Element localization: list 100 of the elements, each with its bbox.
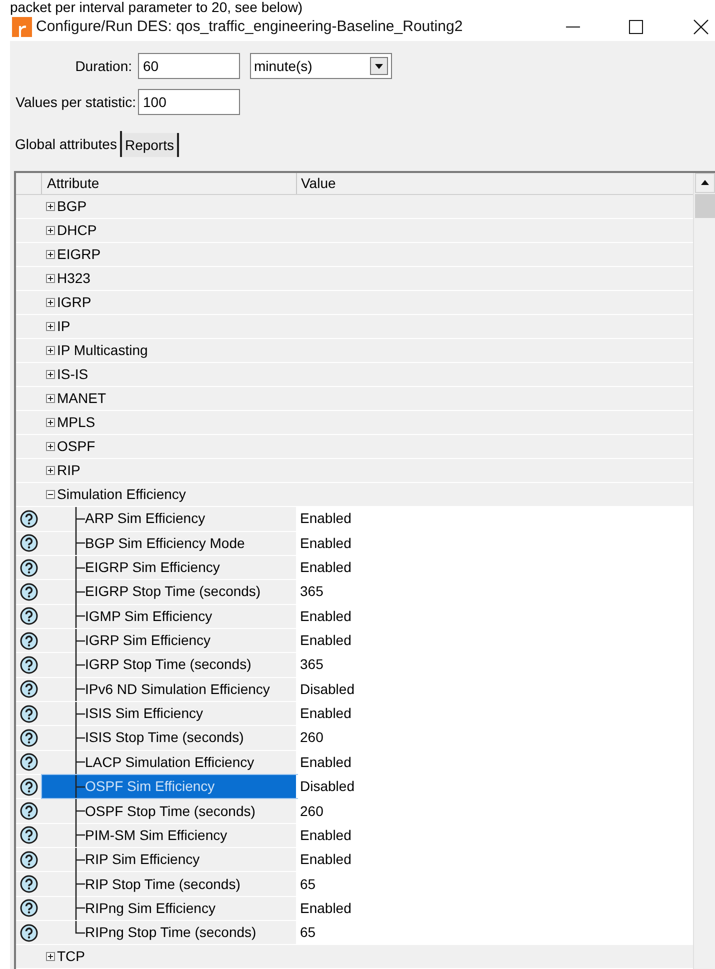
help-icon[interactable] bbox=[20, 632, 38, 650]
close-icon[interactable] bbox=[693, 19, 709, 35]
help-icon[interactable] bbox=[20, 924, 38, 942]
help-icon[interactable] bbox=[20, 826, 38, 844]
group-label: MANET bbox=[57, 389, 106, 408]
unit-select[interactable]: minute(s) bbox=[250, 53, 392, 79]
value-cell[interactable]: Enabled bbox=[297, 507, 693, 531]
group-label: MPLS bbox=[57, 413, 96, 432]
plus-box-icon[interactable] bbox=[46, 250, 55, 260]
help-icon[interactable] bbox=[20, 728, 38, 747]
tree-connector-icon bbox=[75, 848, 85, 872]
plus-box-icon[interactable] bbox=[46, 346, 55, 356]
group-row[interactable]: RIP bbox=[16, 459, 693, 484]
group-label: H323 bbox=[57, 269, 90, 288]
value-cell[interactable]: 365 bbox=[297, 653, 693, 677]
value-cell[interactable]: 65 bbox=[297, 872, 693, 896]
value-cell[interactable]: 260 bbox=[297, 799, 693, 823]
minus-box-icon[interactable] bbox=[46, 490, 55, 500]
scrollbar[interactable] bbox=[693, 173, 715, 969]
value-cell[interactable]: 260 bbox=[297, 726, 693, 750]
group-label: OSPF bbox=[57, 437, 96, 456]
plus-box-icon[interactable] bbox=[46, 226, 55, 236]
group-label: Simulation Efficiency bbox=[57, 485, 186, 504]
help-icon[interactable] bbox=[20, 802, 38, 820]
value-cell[interactable]: Disabled bbox=[297, 678, 693, 701]
tree-connector-icon bbox=[75, 702, 85, 726]
help-icon[interactable] bbox=[20, 656, 38, 674]
help-icon[interactable] bbox=[20, 558, 38, 577]
help-icon[interactable] bbox=[20, 899, 38, 918]
group-row[interactable]: MPLS bbox=[16, 411, 693, 436]
tree-connector-icon bbox=[75, 774, 85, 799]
plus-box-icon[interactable] bbox=[46, 202, 55, 211]
value-cell[interactable]: Enabled bbox=[297, 628, 693, 652]
value-cell[interactable]: Enabled bbox=[297, 604, 693, 628]
value-cell[interactable]: Enabled bbox=[297, 532, 693, 555]
tab[interactable]: Reports bbox=[122, 133, 179, 157]
group-row[interactable]: BGP bbox=[16, 195, 693, 220]
group-row[interactable]: TCP bbox=[16, 945, 693, 969]
group-row[interactable]: IP Multicasting bbox=[16, 339, 693, 364]
tree-connector-icon bbox=[75, 628, 85, 653]
group-label: EIGRP bbox=[57, 245, 101, 264]
group-label: TCP bbox=[57, 947, 85, 966]
plus-box-icon[interactable] bbox=[46, 394, 55, 404]
help-icon[interactable] bbox=[20, 510, 38, 528]
help-icon[interactable] bbox=[20, 582, 38, 601]
plus-box-icon[interactable] bbox=[46, 466, 55, 476]
group-row[interactable]: IGRP bbox=[16, 291, 693, 316]
plus-box-icon[interactable] bbox=[46, 298, 55, 308]
help-icon[interactable] bbox=[20, 704, 38, 723]
value-cell[interactable]: Enabled bbox=[297, 824, 693, 848]
group-label: IP Multicasting bbox=[57, 341, 148, 360]
values-per-statistic-field[interactable]: 100 bbox=[138, 89, 240, 115]
plus-box-icon[interactable] bbox=[46, 370, 55, 380]
group-row[interactable]: Simulation Efficiency bbox=[16, 483, 693, 508]
plus-box-icon[interactable] bbox=[46, 418, 55, 428]
value-cell[interactable]: Enabled bbox=[297, 896, 693, 920]
maximize-icon[interactable] bbox=[629, 20, 643, 34]
duration-field[interactable]: 60 bbox=[138, 53, 240, 79]
value-cell[interactable]: Enabled bbox=[297, 702, 693, 726]
tree-connector-icon bbox=[75, 750, 85, 774]
plus-box-icon[interactable] bbox=[46, 322, 55, 332]
help-icon[interactable] bbox=[20, 778, 38, 796]
tree-connector-icon bbox=[75, 726, 85, 750]
tree-connector-icon bbox=[75, 580, 85, 604]
tree-connector-icon bbox=[75, 677, 85, 702]
help-icon[interactable] bbox=[20, 850, 38, 869]
help-icon[interactable] bbox=[20, 534, 38, 552]
scroll-up-icon[interactable] bbox=[694, 173, 714, 193]
tree-connector-icon bbox=[75, 652, 85, 677]
column-header[interactable]: Attribute bbox=[42, 173, 297, 194]
group-row[interactable]: DHCP bbox=[16, 219, 693, 244]
tree-connector-icon bbox=[75, 556, 85, 580]
group-label: BGP bbox=[57, 197, 87, 216]
help-icon[interactable] bbox=[20, 875, 38, 894]
value-cell[interactable]: Disabled bbox=[297, 774, 693, 798]
help-icon[interactable] bbox=[20, 607, 38, 626]
scroll-thumb[interactable] bbox=[694, 194, 714, 218]
plus-box-icon[interactable] bbox=[46, 274, 55, 284]
attribute-cell[interactable]: LACP Simulation Efficiency bbox=[42, 750, 297, 774]
group-row[interactable]: OSPF bbox=[16, 435, 693, 460]
group-row[interactable]: IP bbox=[16, 315, 693, 340]
help-icon[interactable] bbox=[20, 680, 38, 698]
group-row[interactable]: MANET bbox=[16, 387, 693, 412]
group-row[interactable]: H323 bbox=[16, 267, 693, 292]
value-cell[interactable]: 65 bbox=[297, 921, 693, 944]
group-row[interactable]: IS-IS bbox=[16, 363, 693, 388]
attribute-cell[interactable]: OSPF Sim Efficiency bbox=[42, 774, 297, 798]
plus-box-icon[interactable] bbox=[46, 952, 55, 962]
column-header[interactable]: Value bbox=[297, 173, 693, 194]
value-cell[interactable]: Enabled bbox=[297, 750, 693, 774]
value-cell[interactable]: Enabled bbox=[297, 556, 693, 580]
help-icon[interactable] bbox=[20, 753, 38, 772]
duration-label: Duration: bbox=[74, 56, 133, 76]
value-cell[interactable]: Enabled bbox=[297, 848, 693, 872]
group-label: IGRP bbox=[57, 293, 92, 312]
tree-connector-icon bbox=[75, 531, 85, 556]
value-cell[interactable]: 365 bbox=[297, 580, 693, 604]
group-row[interactable]: EIGRP bbox=[16, 243, 693, 268]
tree-connector-icon bbox=[75, 872, 85, 896]
plus-box-icon[interactable] bbox=[46, 442, 55, 452]
